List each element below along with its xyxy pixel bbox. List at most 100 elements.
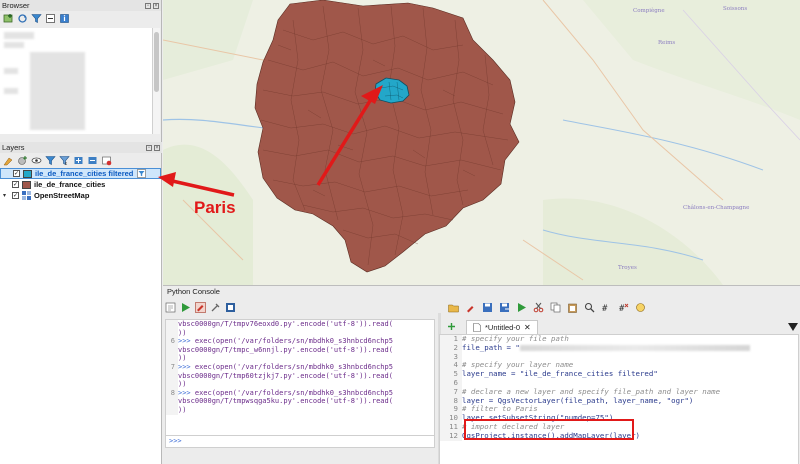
code-editor[interactable]: 1 # specify your file path 2 file_path = "… bbox=[439, 334, 799, 464]
place-label: Troyes bbox=[618, 265, 637, 271]
map-canvas[interactable]: Compiègne Soissons Reims Châlons-en-Cham… bbox=[163, 0, 800, 285]
layer-name: OpenStreetMap bbox=[34, 191, 90, 200]
layer-symbol-swatch[interactable] bbox=[23, 169, 32, 178]
place-label: Compiègne bbox=[633, 8, 665, 14]
scrollbar-thumb[interactable] bbox=[154, 32, 159, 92]
console-line: vbsc0000gn/T/tmp60tzjkj7.py'.encode('utf… bbox=[166, 371, 434, 381]
editor-line: 2 file_path = " bbox=[440, 343, 798, 353]
run-command-icon[interactable] bbox=[180, 302, 191, 313]
layer-row-osm[interactable]: ▾ ✓ OpenStreetMap bbox=[0, 190, 161, 201]
layer-name: ile_de_france_cities bbox=[34, 180, 106, 189]
paste-icon[interactable] bbox=[567, 302, 578, 313]
svg-text:ε: ε bbox=[65, 161, 68, 166]
layer-row-filtered[interactable]: ✓ ile_de_france_cities filtered bbox=[0, 168, 161, 179]
browser-toolbar bbox=[0, 11, 161, 26]
clear-console-icon[interactable] bbox=[165, 302, 176, 313]
style-icon[interactable] bbox=[3, 155, 14, 166]
filter-expression-icon[interactable]: ε bbox=[59, 155, 70, 166]
place-label: Châlons-en-Champagne bbox=[683, 205, 750, 211]
object-inspector-icon[interactable] bbox=[635, 302, 646, 313]
tab-untitled-0[interactable]: *Untitled-0 ✕ bbox=[466, 319, 538, 334]
console-line: vbsc0000gn/T/tmpc_w6nnjl.py'.encode('utf… bbox=[166, 345, 434, 355]
tab-list-icon[interactable] bbox=[447, 322, 456, 331]
tab-menu-icon[interactable] bbox=[788, 322, 798, 331]
layer-symbol-swatch[interactable] bbox=[22, 180, 31, 189]
close-icon[interactable]: × bbox=[154, 144, 160, 151]
run-script-icon[interactable] bbox=[516, 302, 527, 313]
comment-icon[interactable]: # bbox=[601, 302, 612, 313]
editor-line: 5 layer_name = "ile_de_france_cities filt… bbox=[440, 369, 798, 379]
highlight-box bbox=[464, 419, 634, 440]
find-icon[interactable] bbox=[584, 302, 595, 313]
place-label: Reims bbox=[658, 40, 676, 46]
console-line: vbsc0000gn/T/tmpwsqga5ku.py'.encode('utf… bbox=[166, 397, 434, 406]
remove-layer-icon[interactable] bbox=[101, 155, 112, 166]
manage-map-themes-icon[interactable] bbox=[31, 155, 42, 166]
close-tab-icon[interactable]: ✕ bbox=[524, 323, 531, 332]
browser-title: Browser bbox=[2, 1, 30, 10]
collapse-all-icon[interactable] bbox=[45, 13, 56, 24]
blurred-entry bbox=[4, 68, 18, 74]
layer-visibility-checkbox[interactable]: ✓ bbox=[12, 192, 19, 199]
refresh-icon[interactable] bbox=[17, 13, 28, 24]
help-icon[interactable] bbox=[225, 302, 236, 313]
console-output[interactable]: vbsc0000gn/T/tmpv76eoxd0.py'.encode('utf… bbox=[165, 319, 435, 439]
browser-tree[interactable] bbox=[0, 28, 152, 134]
console-line: 7 >>> exec(open('/var/folders/sn/mbdhk0_s… bbox=[166, 362, 434, 372]
console-toolbar bbox=[165, 300, 236, 314]
place-label: Soissons bbox=[723, 6, 748, 12]
editor-tab-bar: *Untitled-0 ✕ bbox=[443, 319, 800, 334]
svg-text:#: # bbox=[619, 304, 625, 313]
float-icon[interactable]: ▫ bbox=[145, 2, 151, 9]
console-line: )) bbox=[166, 354, 434, 363]
browser-panel-title: Browser ▫ × bbox=[0, 0, 161, 11]
close-icon[interactable]: × bbox=[153, 2, 159, 9]
add-selected-layers-icon[interactable] bbox=[3, 13, 14, 24]
properties-icon[interactable] bbox=[59, 13, 70, 24]
map-svg[interactable] bbox=[163, 0, 800, 285]
console-line: 6 >>> exec(open('/var/folders/sn/mbdhk0_s… bbox=[166, 337, 434, 346]
console-line: )) bbox=[166, 328, 434, 338]
tab-label: *Untitled-0 bbox=[485, 322, 521, 332]
blurred-entry bbox=[30, 52, 85, 130]
blurred-path bbox=[519, 344, 750, 351]
layer-name: ile_de_france_cities filtered bbox=[35, 169, 134, 178]
console-input[interactable]: >>> bbox=[165, 435, 435, 448]
copy-icon[interactable] bbox=[550, 302, 561, 313]
save-icon[interactable] bbox=[482, 302, 493, 313]
layer-visibility-checkbox[interactable]: ✓ bbox=[12, 181, 19, 188]
options-icon[interactable] bbox=[210, 302, 221, 313]
expand-all-icon[interactable] bbox=[73, 155, 84, 166]
document-icon bbox=[473, 322, 481, 332]
svg-text:#: # bbox=[602, 304, 608, 313]
annotation-label-paris: Paris bbox=[194, 198, 236, 217]
console-line: )) bbox=[166, 405, 434, 415]
blurred-entry bbox=[4, 42, 24, 48]
float-icon[interactable]: ▫ bbox=[146, 144, 152, 151]
console-line: )) bbox=[166, 380, 434, 389]
cut-icon[interactable] bbox=[533, 302, 544, 313]
browser-scrollbar[interactable] bbox=[152, 28, 160, 134]
show-editor-icon[interactable] bbox=[195, 301, 206, 313]
layer-visibility-checkbox[interactable]: ✓ bbox=[13, 170, 20, 177]
layers-toolbar: ε bbox=[0, 153, 162, 168]
console-line: vbsc0000gn/T/tmpv76eoxd0.py'.encode('utf… bbox=[166, 320, 434, 329]
filter-icon[interactable] bbox=[31, 13, 42, 24]
open-in-external-editor-icon[interactable] bbox=[465, 302, 476, 313]
layer-row-cities[interactable]: ✓ ile_de_france_cities bbox=[0, 179, 161, 190]
python-console-title: Python Console bbox=[167, 287, 220, 296]
console-line: 8 >>> exec(open('/var/folders/sn/mbdhk0_s… bbox=[166, 388, 434, 398]
filter-legend-icon[interactable] bbox=[45, 155, 56, 166]
layers-panel-title: Layers ▫ × bbox=[0, 142, 162, 153]
editor-toolbar: # # bbox=[448, 300, 646, 314]
open-script-icon[interactable] bbox=[448, 302, 459, 313]
layers-list: ✓ ile_de_france_cities filtered ✓ ile_de… bbox=[0, 168, 161, 464]
expand-arrow-icon[interactable]: ▾ bbox=[3, 192, 9, 199]
add-group-icon[interactable] bbox=[17, 155, 28, 166]
collapse-all-layers-icon[interactable] bbox=[87, 155, 98, 166]
blurred-entry bbox=[4, 88, 18, 94]
uncomment-icon[interactable]: # bbox=[618, 302, 629, 313]
blurred-entry bbox=[4, 32, 34, 39]
save-as-icon[interactable] bbox=[499, 302, 510, 313]
raster-layer-icon bbox=[22, 191, 31, 200]
